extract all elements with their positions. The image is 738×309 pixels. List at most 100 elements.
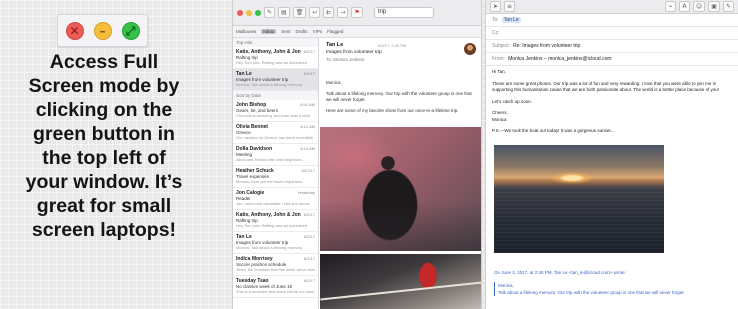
message-row[interactable]: Katie, Anthony, John & Jon 6/2/17 Rafting…: [233, 210, 318, 232]
close-icon: ✕: [69, 23, 80, 38]
caption-line: Screen mode by: [28, 75, 180, 97]
message-preview: This is a reminder that there will be no…: [236, 289, 315, 294]
minimize-icon: –: [99, 23, 106, 38]
message-subject: Images from volunteer trip: [326, 50, 382, 55]
reply-icon[interactable]: ↩: [309, 7, 321, 18]
message-row[interactable]: Olivia Bennet 8:12 AM Greece Our vacation…: [233, 122, 318, 144]
mail-toolbar: ✎ ▤ 🗑 ↩ ⇇ → ⚑ trip: [233, 0, 481, 26]
message-preview: Our vacation to Greece has been incredib…: [236, 135, 315, 140]
message-row[interactable]: Heather Schuck 6/27/17 Travel expenses Mo…: [233, 166, 318, 188]
message-date: 6/2/17: [303, 49, 315, 54]
mail-fullscreen-button[interactable]: [255, 9, 261, 16]
message-row-selected[interactable]: Tan Le 6/2/17 Images from volunteer trip …: [233, 69, 318, 91]
photo-attachment-person-on-wall[interactable]: [320, 127, 481, 251]
cc-label: Cc:: [492, 30, 500, 36]
message-date: 6/2/17: [303, 278, 315, 283]
attach-icon[interactable]: ⌁: [665, 1, 677, 12]
avatar: [464, 43, 476, 55]
fullscreen-window-button[interactable]: ⤢: [121, 21, 140, 40]
from-field[interactable]: From: Monica Jenkins – monica_jenkins@ic…: [486, 53, 738, 66]
minimize-window-button[interactable]: –: [93, 21, 112, 40]
close-window-button[interactable]: ✕: [65, 21, 84, 40]
body-greeting: Hi Tan,: [492, 69, 506, 74]
photo-browser-icon[interactable]: ▣: [708, 1, 720, 12]
caption-line: Access Full: [49, 51, 159, 73]
message-recipient: To: Monica Jenkins: [326, 57, 365, 62]
from-label: From:: [492, 56, 506, 62]
favorite-flagged[interactable]: Flagged: [327, 29, 343, 34]
message-date: 6/2/17: [303, 212, 315, 217]
photo-shade: [320, 201, 481, 251]
flag-icon[interactable]: ⚑: [351, 7, 363, 18]
trash-icon[interactable]: 🗑: [292, 7, 307, 18]
compose-body[interactable]: Hi Tan, These are some great photos. Our…: [486, 66, 738, 143]
message-date: 6/27/17: [301, 168, 315, 173]
message-list: Top Hits Katie, Anthony, John & Jon 6/2/1…: [233, 38, 319, 309]
reading-pane: Tan Le 6/2/17, 2:45 PM Images from volun…: [320, 38, 481, 309]
header-fields-icon[interactable]: ≡: [504, 1, 516, 12]
message-date: 6/2/17, 2:45 PM: [378, 43, 407, 48]
message-preview: Monica, Talk about a lifelong memory.: [236, 82, 303, 87]
emoji-icon[interactable]: ☺: [693, 1, 706, 12]
to-label: To:: [492, 17, 499, 23]
quoted-greeting: Monica,: [498, 283, 514, 288]
photo-attachment-sunset[interactable]: [494, 145, 664, 253]
message-date: 6/2/17: [303, 234, 315, 239]
message-row[interactable]: Tan Le 6/2/17 Images from volunteer trip …: [233, 232, 318, 254]
favorite-sent[interactable]: Sent: [281, 29, 290, 34]
message-body: Monica, Talk about a lifelong memory. Ou…: [320, 78, 481, 120]
subject-value: Re: Images from volunteer trip: [513, 43, 581, 49]
body-greeting: Monica,: [326, 80, 342, 85]
to-field[interactable]: To: Tan Le: [486, 14, 738, 27]
favorite-drafts[interactable]: Drafts: [296, 29, 308, 34]
mail-close-button[interactable]: [237, 9, 243, 16]
window-controls-example: ✕ – ⤢: [57, 14, 148, 47]
caption-line: clicking on the: [35, 99, 173, 121]
message-date: 8:14 AM: [300, 146, 315, 151]
body-postscript: P.S.—We took the boat out today! It was …: [492, 128, 615, 133]
format-icon[interactable]: A: [679, 1, 691, 12]
photo-attachment-skateboarder[interactable]: [320, 254, 481, 309]
favorite-vips[interactable]: VIPs: [313, 29, 323, 34]
message-row[interactable]: Dolla Davidson 8:14 AM Meeting Alicia and…: [233, 144, 318, 166]
message-row[interactable]: Indica Morrisey 6/1/17 Soccer practice sc…: [233, 254, 318, 276]
body-paragraph: Talk about a lifelong memory. Our trip w…: [326, 90, 472, 103]
list-section-header: Sort by Date: [233, 91, 318, 100]
cc-field[interactable]: Cc:: [486, 27, 738, 40]
message-row[interactable]: Jon Calogie Yesterday Reader Jon, here's …: [233, 188, 318, 210]
caption-line: your window. It’s: [25, 171, 183, 193]
body-signoff: Cheers, Monica: [492, 110, 732, 123]
caption-line: the top left of: [42, 147, 166, 169]
favorites-bar: Mailboxes Inbox Sent Drafts VIPs Flagged: [233, 26, 481, 38]
quoted-reply-header: On June 2, 2017, at 2:45 PM, Tan Le <tan…: [494, 270, 626, 275]
quoted-reply-body: Monica, Talk about a lifelong memory. Ou…: [494, 282, 685, 296]
subject-label: Subject:: [492, 43, 511, 49]
mail-minimize-button[interactable]: [246, 9, 252, 16]
message-date: Yesterday: [297, 190, 315, 195]
caption-line: great for small: [36, 195, 172, 217]
reply-all-icon[interactable]: ⇇: [323, 7, 335, 18]
message-preview: Alicia and Tamara the new neighbors.: [236, 157, 303, 162]
recipient-token[interactable]: Tan Le: [501, 17, 521, 23]
photo-rail: [320, 281, 481, 301]
send-icon[interactable]: ➤: [490, 1, 502, 12]
subject-field[interactable]: Subject: Re: Images from volunteer trip: [486, 40, 738, 53]
favorite-mailboxes[interactable]: Mailboxes: [236, 29, 256, 34]
forward-icon[interactable]: →: [337, 7, 349, 18]
compose-toolbar: ➤ ≡ ⌁ A ☺ ▣ ✎: [486, 0, 738, 14]
favorite-inbox[interactable]: Inbox: [261, 29, 277, 34]
compose-icon[interactable]: ✎: [264, 7, 276, 18]
caption-line: green button in: [33, 123, 175, 145]
signoff-text: Cheers,: [492, 110, 508, 115]
message-row[interactable]: Tuesday Tsao 6/2/17 No classes week of Ju…: [233, 276, 318, 298]
message-date: 6/1/17: [303, 256, 315, 261]
markup-icon[interactable]: ✎: [722, 1, 734, 12]
message-row[interactable]: Katie, Anthony, John & Jon 6/2/17 Rafting…: [233, 47, 318, 69]
message-preview: Hey Tom jora, Rafting was an adventure.: [236, 223, 309, 228]
archive-icon[interactable]: ▤: [278, 7, 290, 18]
body-paragraph: Let's catch up soon.: [492, 98, 532, 104]
mail-search-input[interactable]: trip: [373, 7, 434, 18]
message-row[interactable]: John Bishop 8:41 AM Gears, tie, and beers…: [233, 100, 318, 122]
message-preview: Monica, here are the travel expenses.: [236, 179, 303, 184]
quoted-line: Talk about a lifelong memory. Our trip w…: [498, 290, 685, 295]
